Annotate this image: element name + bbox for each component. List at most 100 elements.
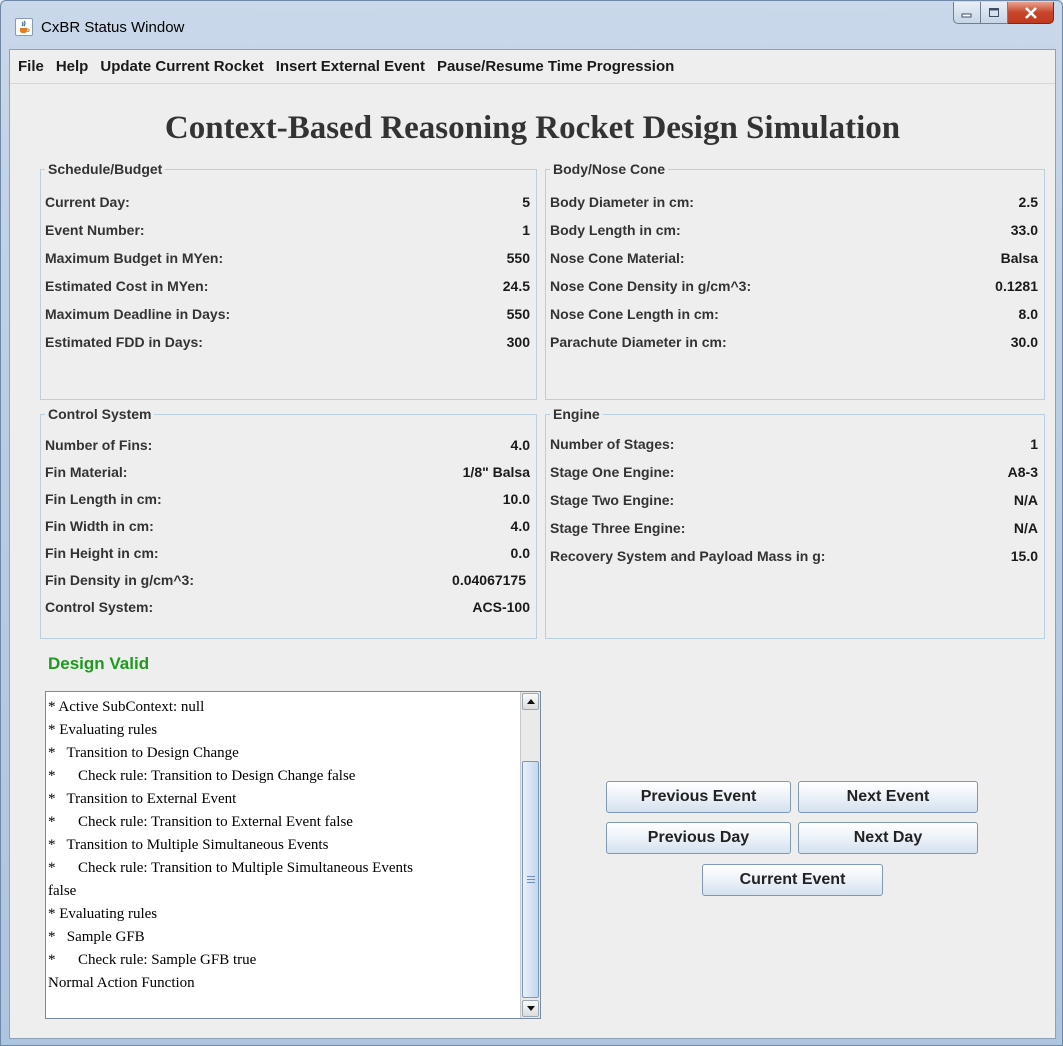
menu-help[interactable]: Help [50, 56, 95, 78]
field-row: Current Day: 5 [45, 192, 530, 214]
next-day-button[interactable]: Next Day [798, 822, 978, 854]
field-label: Fin Length in cm: [45, 491, 162, 507]
field-label: Number of Stages: [550, 436, 675, 452]
field-row: Fin Height in cm: 0.0 [45, 543, 530, 565]
field-row: Recovery System and Payload Mass in g: 15… [550, 546, 1038, 568]
log-line: * Evaluating rules [48, 906, 158, 922]
minimize-button[interactable] [953, 2, 981, 24]
field-row: Event Number: 1 [45, 220, 530, 242]
field-value: 550 [506, 250, 530, 266]
previous-event-button[interactable]: Previous Event [606, 781, 791, 813]
previous-day-button[interactable]: Previous Day [606, 822, 791, 854]
menu-insert-external-event[interactable]: Insert External Event [270, 56, 431, 78]
log-line: * Active SubContext: null [48, 699, 205, 715]
schedule-budget-panel: Schedule/Budget Current Day: 5 Event Numb… [40, 159, 537, 400]
field-label: Body Diameter in cm: [550, 194, 694, 210]
grip-icon [526, 876, 535, 883]
field-row: Maximum Deadline in Days: 550 [45, 304, 530, 326]
menu-bar: File Help Update Current Rocket Insert E… [10, 50, 1055, 84]
field-value: 5 [522, 194, 530, 210]
menu-pause-resume-time[interactable]: Pause/Resume Time Progression [431, 56, 680, 78]
field-value: 0.04067175 [452, 572, 526, 588]
field-row: Stage Three Engine: N/A [550, 518, 1038, 540]
current-event-button[interactable]: Current Event [702, 864, 883, 896]
field-value: N/A [1013, 520, 1038, 536]
field-value: 0.1281 [995, 278, 1038, 294]
field-label: Stage Three Engine: [550, 520, 686, 536]
field-row: Number of Fins: 4.0 [45, 435, 530, 457]
log-line: * Sample GFB [48, 929, 145, 945]
maximize-button[interactable] [981, 2, 1008, 24]
log-content[interactable]: * Active SubContext: null * Evaluating r… [46, 696, 520, 1016]
field-value: 24.5 [502, 278, 530, 294]
field-label: Stage Two Engine: [550, 492, 675, 508]
field-label: Maximum Deadline in Days: [45, 306, 231, 322]
field-row: Fin Width in cm: 4.0 [45, 516, 530, 538]
design-status-label: Design Valid [48, 654, 150, 673]
field-value: 0.0 [510, 545, 530, 561]
field-row: Body Length in cm: 33.0 [550, 220, 1038, 242]
log-line: * Transition to Design Change [48, 745, 239, 761]
log-text-area[interactable]: * Active SubContext: null * Evaluating r… [45, 691, 541, 1019]
panel-title: Control System [45, 404, 155, 424]
field-label: Nose Cone Length in cm: [550, 306, 719, 322]
field-value: N/A [1013, 492, 1038, 508]
field-value: Balsa [1000, 250, 1038, 266]
field-label: Number of Fins: [45, 437, 153, 453]
log-line: * Check rule: Transition to Design Chang… [48, 768, 356, 784]
field-label: Current Day: [45, 194, 130, 210]
field-row: Body Diameter in cm: 2.5 [550, 192, 1038, 214]
log-line: * Check rule: Transition to Multiple Sim… [48, 860, 413, 876]
field-value: 1/8" Balsa [462, 464, 530, 480]
log-line: * Check rule: Transition to External Eve… [48, 814, 353, 830]
field-row: Number of Stages: 1 [550, 434, 1038, 456]
field-value: A8-3 [1007, 464, 1038, 480]
field-value: 1 [1030, 436, 1038, 452]
vertical-scrollbar[interactable] [520, 692, 540, 1018]
minimize-icon [961, 13, 972, 17]
field-row: Maximum Budget in MYen: 550 [45, 248, 530, 270]
field-row: Fin Density in g/cm^3: 0.04067175 [45, 570, 530, 592]
field-label: Recovery System and Payload Mass in g: [550, 548, 826, 564]
java-coffee-cup-icon[interactable] [15, 18, 33, 36]
field-label: Nose Cone Material: [550, 250, 685, 266]
window-title: CxBR Status Window [41, 19, 185, 36]
field-row: Fin Material: 1/8" Balsa [45, 462, 530, 484]
close-button[interactable] [1008, 2, 1054, 24]
log-line: * Transition to Multiple Simultaneous Ev… [48, 837, 329, 853]
field-label: Fin Height in cm: [45, 545, 159, 561]
field-row: Parachute Diameter in cm: 30.0 [550, 332, 1038, 354]
menu-update-current-rocket[interactable]: Update Current Rocket [94, 56, 269, 78]
next-event-button[interactable]: Next Event [798, 781, 978, 813]
title-bar[interactable]: CxBR Status Window [1, 1, 1062, 47]
field-label: Fin Density in g/cm^3: [45, 572, 194, 588]
menu-file[interactable]: File [12, 56, 50, 78]
close-icon [1024, 6, 1037, 19]
field-label: Fin Width in cm: [45, 518, 154, 534]
field-label: Body Length in cm: [550, 222, 681, 238]
scroll-up-button[interactable] [522, 693, 539, 710]
scroll-down-button[interactable] [522, 1000, 539, 1017]
field-value: 33.0 [1010, 222, 1038, 238]
field-value: 15.0 [1010, 548, 1038, 564]
log-line: * Evaluating rules [48, 722, 158, 738]
log-line: Normal Action Function [48, 975, 195, 991]
control-system-panel: Control System Number of Fins: 4.0 Fin Ma… [40, 404, 537, 639]
scrollbar-thumb[interactable] [522, 761, 539, 998]
arrow-down-icon [526, 1006, 535, 1011]
log-line: false [48, 883, 77, 899]
field-value: ACS-100 [472, 599, 530, 615]
log-line: * Transition to External Event [48, 791, 237, 807]
field-row: Nose Cone Material: Balsa [550, 248, 1038, 270]
field-label: Stage One Engine: [550, 464, 675, 480]
field-value: 300 [506, 334, 530, 350]
log-line: * Check rule: Sample GFB true [48, 952, 257, 968]
body-nose-cone-panel: Body/Nose Cone Body Diameter in cm: 2.5 B… [545, 159, 1045, 400]
field-value: 8.0 [1018, 306, 1038, 322]
field-label: Parachute Diameter in cm: [550, 334, 727, 350]
field-value: 30.0 [1010, 334, 1038, 350]
field-row: Fin Length in cm: 10.0 [45, 489, 530, 511]
field-label: Event Number: [45, 222, 145, 238]
arrow-up-icon [526, 699, 535, 704]
client-area: File Help Update Current Rocket Insert E… [9, 49, 1056, 1039]
